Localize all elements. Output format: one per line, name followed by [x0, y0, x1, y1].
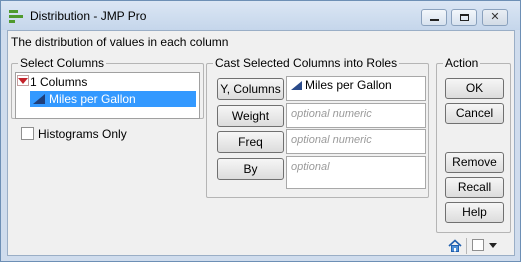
- y-columns-field[interactable]: Miles per Gallon: [286, 76, 426, 101]
- dialog-window: Distribution - JMP Pro ✕ The distributio…: [0, 0, 521, 262]
- ok-button[interactable]: OK: [445, 78, 504, 99]
- maximize-icon: [460, 14, 469, 21]
- dialog-content: The distribution of values in each colum…: [7, 30, 515, 256]
- column-item-label: Miles per Gallon: [49, 92, 136, 106]
- freq-button[interactable]: Freq: [217, 131, 284, 153]
- cancel-button[interactable]: Cancel: [445, 103, 504, 124]
- by-field[interactable]: optional: [286, 156, 426, 189]
- histograms-only-label: Histograms Only: [38, 127, 127, 141]
- title-bar[interactable]: Distribution - JMP Pro ✕: [1, 1, 520, 30]
- recall-button-label: Recall: [457, 180, 492, 194]
- remove-button-label: Remove: [452, 155, 497, 169]
- columns-listbox[interactable]: 1 Columns Miles per Gallon: [15, 72, 200, 119]
- histograms-only-checkbox[interactable]: [21, 127, 34, 140]
- help-button[interactable]: Help: [445, 202, 504, 223]
- dialog-description: The distribution of values in each colum…: [11, 35, 229, 49]
- weight-placeholder: optional numeric: [291, 108, 372, 120]
- freq-button-label: Freq: [238, 135, 263, 149]
- y-columns-button-label: Y, Columns: [220, 82, 281, 96]
- action-title: Action: [443, 56, 481, 70]
- select-columns-group: Select Columns 1 Columns Miles per Gallo…: [11, 56, 204, 119]
- by-button-label: By: [243, 162, 258, 176]
- column-item-miles-per-gallon[interactable]: Miles per Gallon: [30, 91, 196, 107]
- status-separator: [466, 238, 467, 254]
- continuous-column-icon: [291, 81, 302, 90]
- cast-roles-title: Cast Selected Columns into Roles: [213, 56, 400, 70]
- window-status-bar: [439, 236, 514, 256]
- cast-roles-group: Cast Selected Columns into Roles Y, Colu…: [206, 56, 429, 198]
- recall-button[interactable]: Recall: [445, 177, 504, 198]
- by-placeholder: optional: [291, 161, 330, 173]
- red-triangle-icon: [18, 78, 28, 84]
- cancel-button-label: Cancel: [455, 106, 494, 120]
- weight-button-label: Weight: [231, 109, 270, 123]
- select-columns-title: Select Columns: [18, 56, 107, 70]
- ok-button-label: OK: [465, 81, 484, 95]
- freq-placeholder: optional numeric: [291, 134, 372, 146]
- maximize-button[interactable]: [451, 9, 477, 26]
- weight-field[interactable]: optional numeric: [286, 103, 426, 128]
- close-icon: ✕: [490, 11, 500, 23]
- by-button[interactable]: By: [217, 158, 284, 180]
- freq-field[interactable]: optional numeric: [286, 129, 426, 154]
- continuous-column-icon: [33, 94, 45, 104]
- action-group: Action OK Cancel Remove Recall Help: [436, 56, 511, 233]
- minimize-button[interactable]: [421, 9, 447, 26]
- weight-button[interactable]: Weight: [217, 105, 284, 127]
- remove-button[interactable]: Remove: [445, 152, 504, 173]
- dropdown-arrow-icon[interactable]: [489, 243, 497, 248]
- y-columns-button[interactable]: Y, Columns: [217, 78, 284, 100]
- status-checkbox[interactable]: [472, 239, 484, 251]
- home-icon[interactable]: [448, 239, 462, 253]
- help-button-label: Help: [462, 205, 487, 219]
- window-title: Distribution - JMP Pro: [30, 9, 147, 23]
- y-columns-value: Miles per Gallon: [305, 78, 392, 92]
- columns-count: 1 Columns: [30, 75, 88, 89]
- jmp-distribution-icon: [9, 10, 23, 23]
- minimize-icon: [430, 19, 439, 21]
- disclosure-button[interactable]: [17, 75, 29, 86]
- close-button[interactable]: ✕: [482, 9, 508, 26]
